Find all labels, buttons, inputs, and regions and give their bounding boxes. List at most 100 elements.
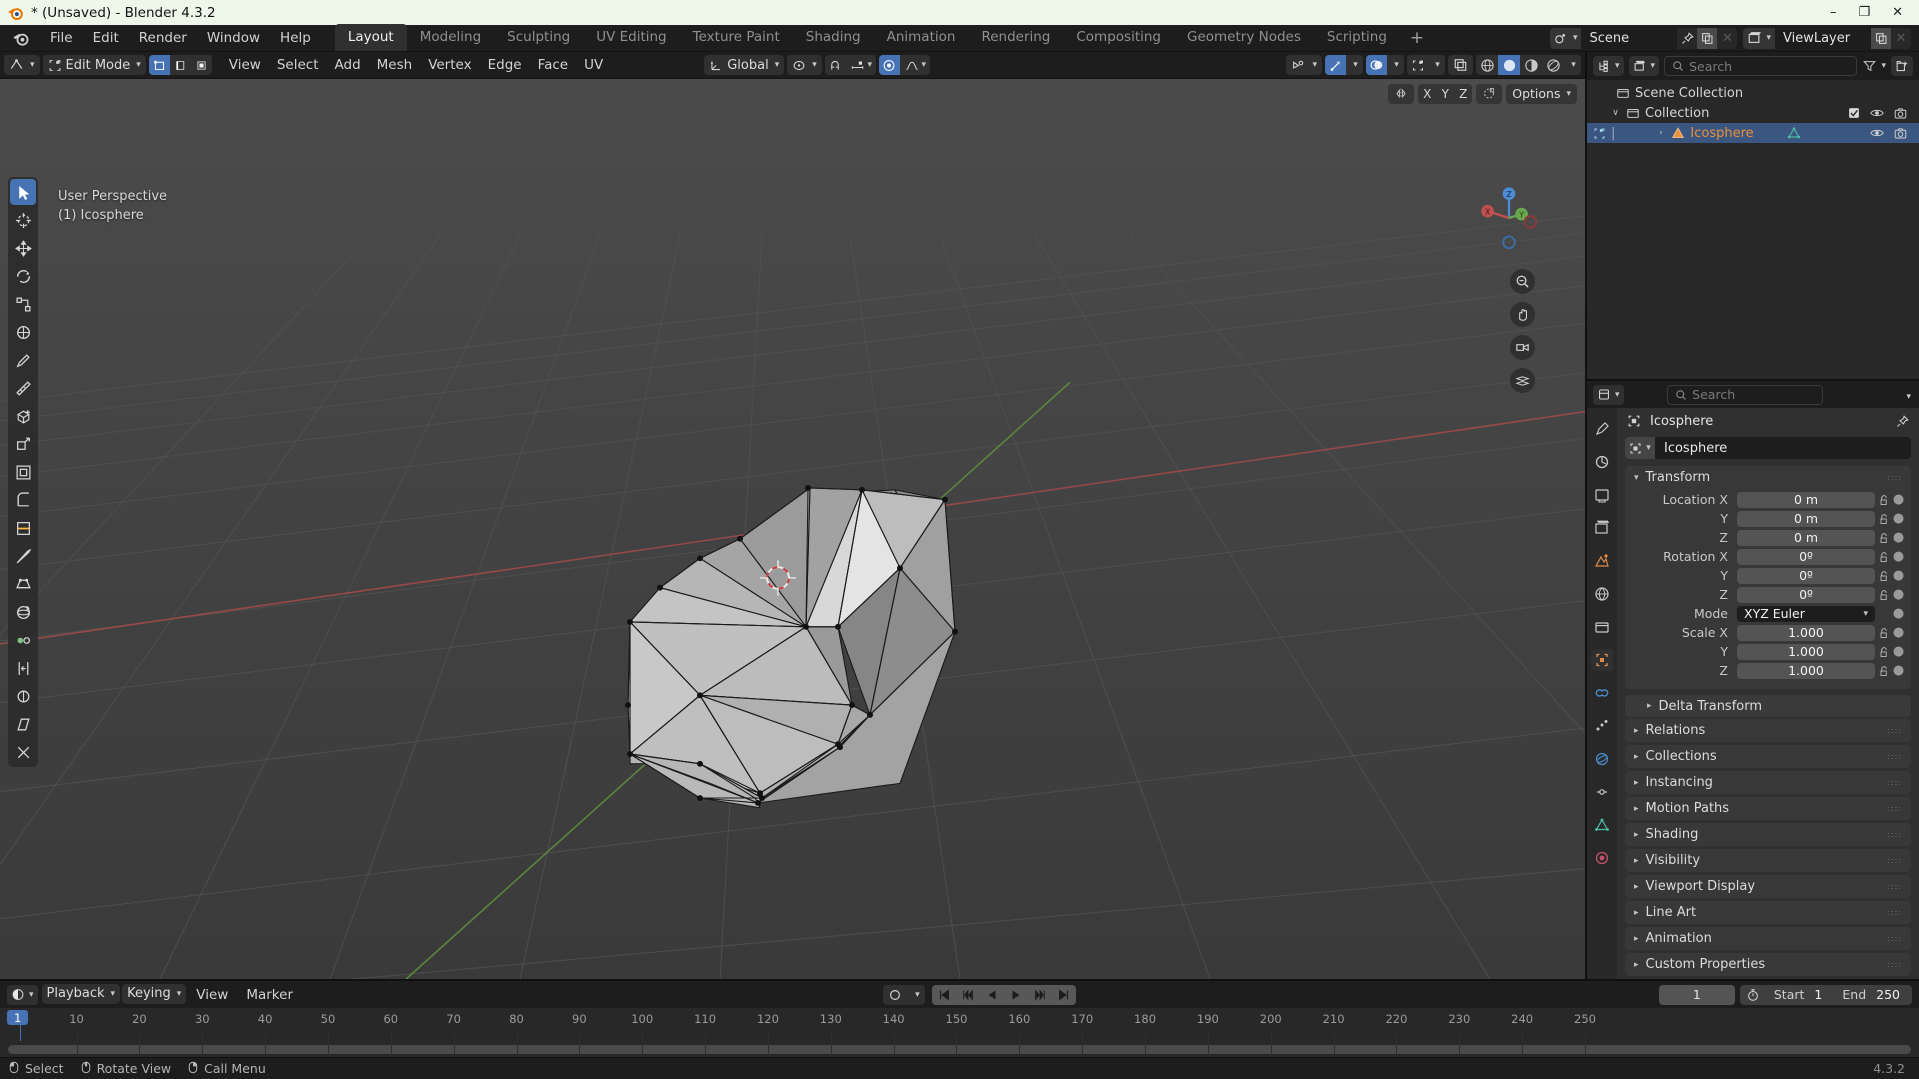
- transform-tool[interactable]: [10, 319, 36, 345]
- annotate-tool[interactable]: [10, 347, 36, 373]
- field-value[interactable]: 1.000: [1737, 624, 1875, 641]
- mode-selector[interactable]: Edit Mode ▾: [42, 55, 146, 75]
- editor-type-button[interactable]: ▾: [4, 55, 40, 75]
- jump-to-end-button[interactable]: [1052, 985, 1076, 1005]
- panel-motion-paths[interactable]: ▸ Motion Paths::::: [1625, 797, 1911, 820]
- remove-viewlayer-icon[interactable]: ✕: [1891, 28, 1911, 49]
- field-value[interactable]: 1.000: [1737, 643, 1875, 660]
- properties-editor-type-button[interactable]: ▾: [1593, 384, 1624, 405]
- rendered-shading-icon[interactable]: [1542, 55, 1564, 75]
- scene-name[interactable]: Scene: [1581, 27, 1678, 49]
- timeline-scrollbar[interactable]: [8, 1045, 1911, 1054]
- new-collection-button[interactable]: [1891, 56, 1913, 76]
- panel-animation[interactable]: ▸ Animation::::: [1625, 927, 1911, 950]
- viewlayer-selector[interactable]: ▾ ViewLayer ✕: [1743, 27, 1911, 49]
- panel-custom-properties[interactable]: ▸ Custom Properties::::: [1625, 953, 1911, 976]
- rotate-tool[interactable]: [10, 263, 36, 289]
- pivot-point-button[interactable]: ▾: [787, 55, 822, 75]
- xray-toggle-icon[interactable]: [1407, 55, 1428, 75]
- bevel-tool[interactable]: [10, 487, 36, 513]
- rotation-mode-dropdown[interactable]: XYZ Euler ▾: [1737, 605, 1875, 622]
- mirror-axis-z[interactable]: Z: [1454, 84, 1472, 104]
- workspace-tab-texture-paint[interactable]: Texture Paint: [680, 24, 793, 51]
- object-name-field[interactable]: ▾ Icosphere: [1625, 437, 1911, 459]
- smooth-tool[interactable]: [10, 627, 36, 653]
- panel-instancing[interactable]: ▸ Instancing::::: [1625, 771, 1911, 794]
- panel-collections[interactable]: ▸ Collections::::: [1625, 745, 1911, 768]
- shrink-fatten-tool[interactable]: [10, 683, 36, 709]
- pin-icon[interactable]: [1896, 414, 1909, 428]
- viewport-menu-face[interactable]: Face: [530, 54, 577, 76]
- workspace-tab-scripting[interactable]: Scripting: [1314, 24, 1400, 51]
- field-value[interactable]: 0º: [1737, 586, 1875, 603]
- properties-view-layer-tab[interactable]: [1591, 517, 1613, 539]
- animate-dot[interactable]: ●: [1892, 530, 1905, 545]
- gizmo-dropdown[interactable]: ▾: [1346, 55, 1363, 75]
- vertex-select-icon[interactable]: [148, 55, 170, 75]
- mirror-axis-x[interactable]: X: [1418, 84, 1436, 104]
- shear-tool[interactable]: [10, 711, 36, 737]
- panel-visibility[interactable]: ▸ Visibility::::: [1625, 849, 1911, 872]
- viewlayer-name[interactable]: ViewLayer: [1775, 27, 1871, 49]
- viewport-menu-uv[interactable]: UV: [576, 54, 611, 76]
- spin-tool[interactable]: [10, 599, 36, 625]
- viewport-menu-add[interactable]: Add: [327, 54, 369, 76]
- show-gizmo-icon[interactable]: [1325, 55, 1346, 75]
- snap-target-button[interactable]: ▾: [846, 55, 876, 75]
- blender-menu-icon[interactable]: [11, 29, 30, 48]
- lock-icon[interactable]: [1875, 627, 1892, 639]
- material-preview-icon[interactable]: [1520, 55, 1542, 75]
- viewport-menu-vertex[interactable]: Vertex: [420, 54, 479, 76]
- disable-in-render-icon[interactable]: [1894, 127, 1907, 140]
- outliner-display-mode-button[interactable]: ▾: [1628, 56, 1660, 76]
- proportional-editing-icon[interactable]: [878, 55, 900, 75]
- outliner-search-input[interactable]: Search: [1664, 56, 1858, 76]
- workspace-tab-shading[interactable]: Shading: [793, 24, 874, 51]
- maximize-button[interactable]: ❐: [1858, 6, 1870, 19]
- 3d-viewport[interactable]: User Perspective (1) Icosphere XYZ Optio…: [0, 79, 1585, 979]
- minimize-button[interactable]: –: [1830, 6, 1837, 19]
- poly-build-tool[interactable]: [10, 571, 36, 597]
- snap-magnet-icon[interactable]: [825, 55, 846, 75]
- workspace-tab-compositing[interactable]: Compositing: [1063, 24, 1174, 51]
- jump-prev-keyframe-button[interactable]: [956, 985, 980, 1005]
- transform-panel-header[interactable]: ▾ Transform ::::: [1625, 466, 1911, 489]
- playhead[interactable]: 1: [7, 1010, 29, 1025]
- field-value[interactable]: 0 m: [1737, 510, 1875, 527]
- panel-header[interactable]: ▸ Animation::::: [1625, 927, 1911, 950]
- lock-icon[interactable]: [1875, 551, 1892, 563]
- scene-icon[interactable]: ▾: [1549, 27, 1582, 49]
- properties-collection-tab[interactable]: [1591, 616, 1613, 638]
- mesh-data-icon[interactable]: [1787, 126, 1801, 140]
- new-scene-icon[interactable]: [1697, 27, 1718, 49]
- properties-object-tab[interactable]: [1591, 649, 1613, 671]
- shading-dropdown[interactable]: ▾: [1564, 55, 1581, 75]
- field-value[interactable]: 0 m: [1737, 529, 1875, 546]
- properties-options-button[interactable]: ▾: [1904, 387, 1913, 403]
- properties-particles-tab[interactable]: [1591, 715, 1613, 737]
- field-value[interactable]: 1.000: [1737, 662, 1875, 679]
- auto-keying-dropdown[interactable]: ▾: [907, 985, 925, 1005]
- outliner-filter-button[interactable]: ▾: [1862, 59, 1886, 73]
- disable-in-render-icon[interactable]: [1894, 107, 1907, 120]
- navigation-gizmo[interactable]: Z X Y: [1475, 184, 1543, 252]
- properties-physics-tab[interactable]: [1591, 748, 1613, 770]
- outliner-row-scene-collection[interactable]: Scene Collection: [1587, 83, 1919, 103]
- loop-cut-tool[interactable]: [10, 515, 36, 541]
- timeline-menu-view[interactable]: View: [188, 984, 236, 1006]
- workspace-tab-geometry-nodes[interactable]: Geometry Nodes: [1174, 24, 1314, 51]
- hide-in-viewport-icon[interactable]: [1870, 107, 1884, 119]
- pan-icon[interactable]: [1510, 302, 1535, 327]
- properties-render-tab[interactable]: [1591, 451, 1613, 473]
- panel-header[interactable]: ▸ Relations::::: [1625, 719, 1911, 742]
- field-value[interactable]: 0 m: [1737, 491, 1875, 508]
- viewport-menu-view[interactable]: View: [221, 54, 269, 76]
- animate-dot[interactable]: ●: [1892, 625, 1905, 640]
- workspace-tab-sculpting[interactable]: Sculpting: [494, 24, 583, 51]
- workspace-tab-layout[interactable]: Layout: [334, 24, 407, 51]
- delta-transform-header[interactable]: ▸ Delta Transform: [1625, 695, 1911, 717]
- animate-dot[interactable]: ●: [1892, 644, 1905, 659]
- panel-shading[interactable]: ▸ Shading::::: [1625, 823, 1911, 846]
- play-reverse-button[interactable]: [980, 985, 1004, 1005]
- field-value[interactable]: 0º: [1737, 548, 1875, 565]
